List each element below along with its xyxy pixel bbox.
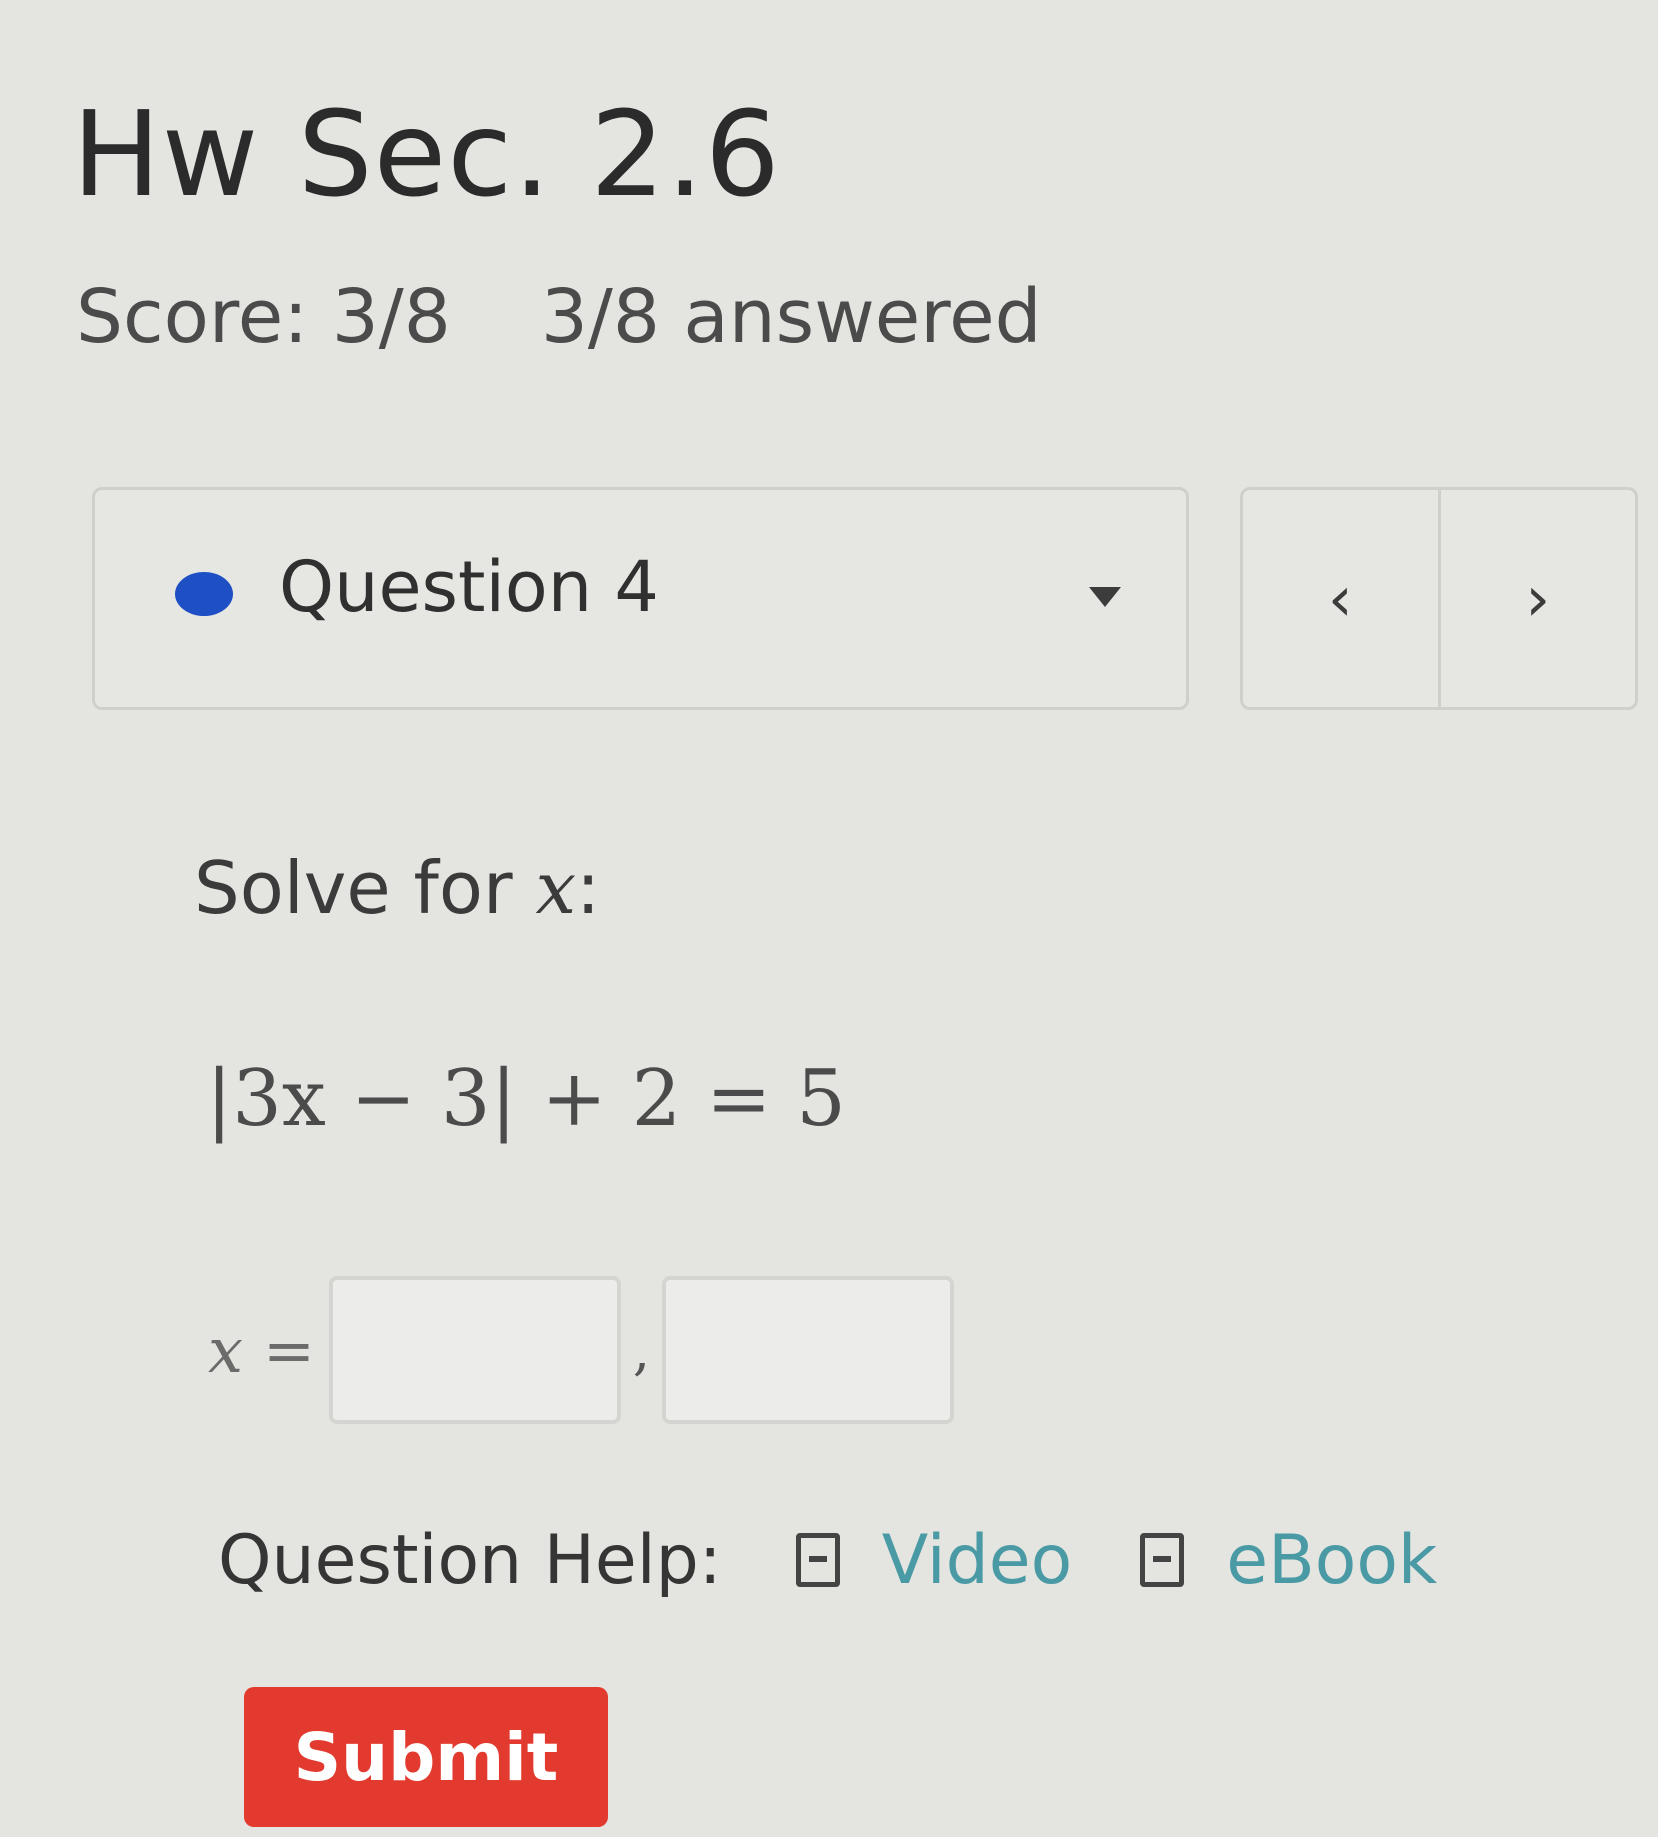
answer-input-1[interactable] [328,1276,621,1424]
ebook-link-label: eBook [1226,1520,1438,1600]
question-prompt: Solve for x: [194,852,600,924]
question-help-label: Question Help: [218,1520,722,1600]
answered-count: 3/8 answered [540,274,1042,360]
chevron-right-icon: › [1525,562,1551,635]
question-help: Question Help: Video eBook [218,1520,1505,1600]
homework-page: Hw Sec. 2.6 Score: 3/8 3/8 answered Quest… [0,0,1658,1837]
ebook-link[interactable]: eBook [1140,1521,1437,1600]
equals-sign: = [262,1313,315,1387]
next-question-button[interactable]: › [1437,490,1636,707]
answer-input-2[interactable] [662,1276,955,1424]
score-text: Score: 3/8 [76,274,451,360]
document-icon [795,1533,840,1587]
question-select-label: Question 4 [279,546,659,628]
previous-question-button[interactable]: ‹ [1243,490,1438,707]
document-icon [1140,1533,1185,1587]
page-title: Hw Sec. 2.6 [72,85,781,223]
question-pager: ‹ › [1240,487,1638,710]
question-select[interactable]: Question 4 [92,487,1189,710]
answer-separator: , [632,1318,651,1382]
question-status-dot [175,572,233,616]
video-link-label: Video [881,1520,1073,1600]
submit-button[interactable]: Submit [244,1687,608,1827]
prompt-prefix: Solve for [194,846,536,930]
score-row: Score: 3/8 3/8 answered [76,280,1132,354]
prompt-variable: x [535,846,577,930]
answer-variable: x [208,1313,243,1387]
chevron-down-icon [1089,587,1121,607]
answer-row: x = , [208,1270,955,1430]
chevron-left-icon: ‹ [1327,562,1353,635]
equation: |3x − 3| + 2 = 5 [206,1054,846,1144]
prompt-suffix: : [576,846,601,930]
video-link[interactable]: Video [795,1520,1073,1600]
